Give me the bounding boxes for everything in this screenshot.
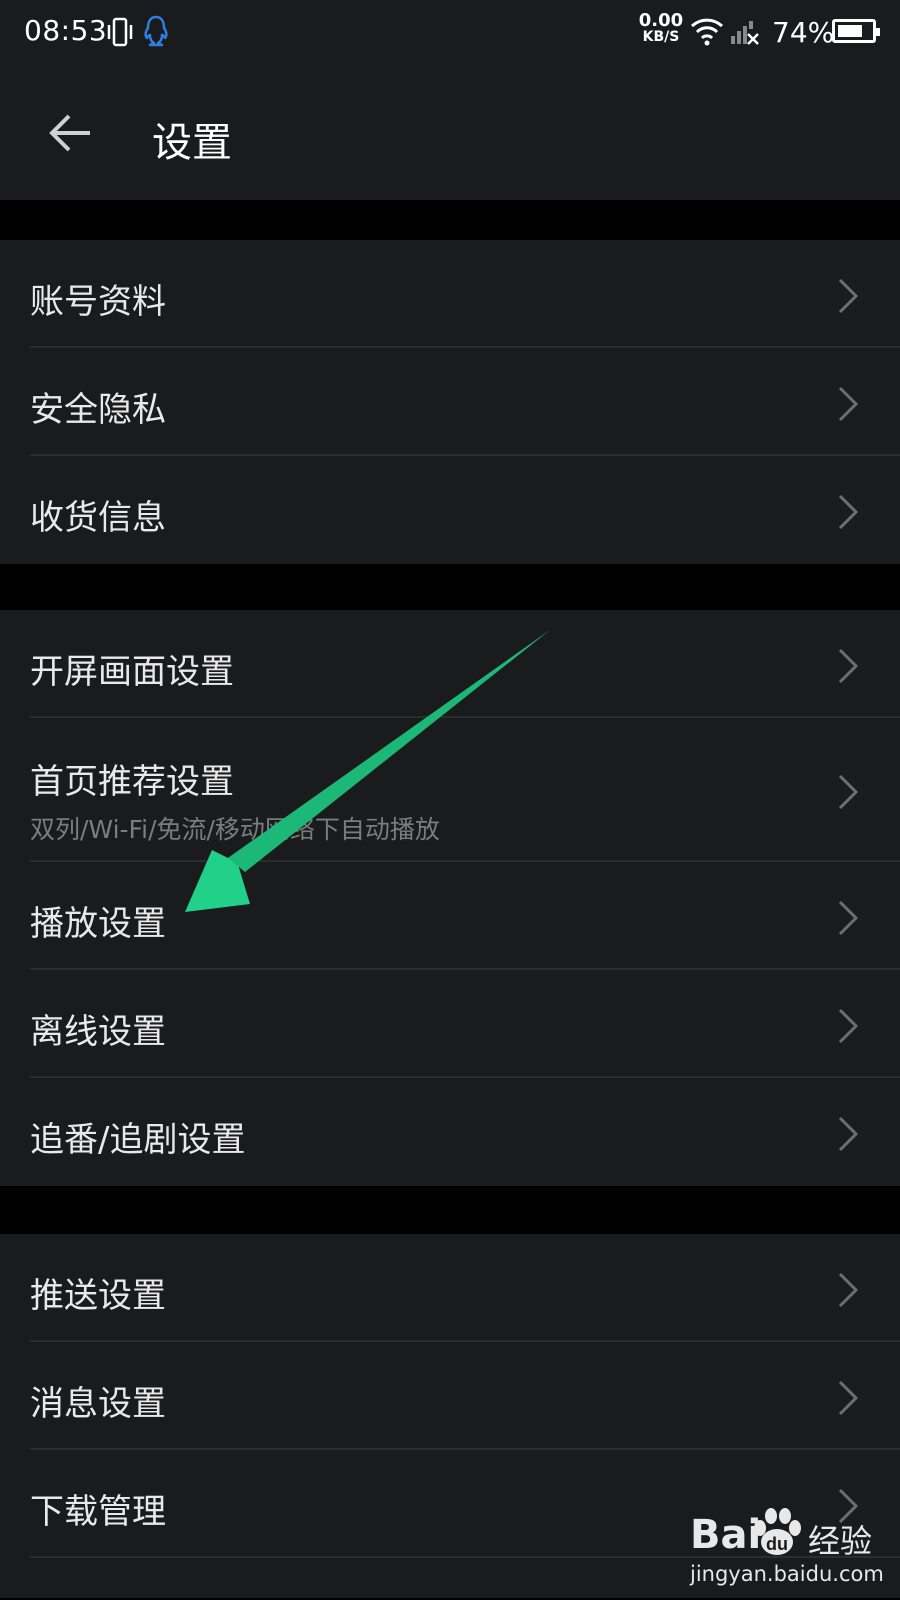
settings-item-label: 消息设置 — [30, 1384, 166, 1424]
settings-item-shipping-info[interactable]: 收货信息 — [0, 456, 900, 564]
chevron-right-icon — [838, 1116, 859, 1152]
battery-tip — [876, 28, 880, 36]
chevron-right-icon — [838, 900, 859, 936]
watermark-url: jingyan.baidu.com — [690, 1562, 884, 1586]
settings-item-label: 安全隐私 — [30, 390, 166, 430]
settings-item-label: 首页推荐设置 — [30, 762, 234, 802]
chevron-right-icon — [838, 1272, 859, 1308]
settings-item-label: 下载管理 — [30, 1492, 166, 1532]
chevron-right-icon — [838, 494, 859, 530]
settings-item-account-info[interactable]: 账号资料 — [0, 240, 900, 348]
status-time: 08:53 — [24, 14, 108, 47]
settings-item-label: 账号资料 — [30, 282, 166, 322]
settings-item-subtitle: 双列/Wi-Fi/免流/移动网络下自动播放 — [30, 815, 440, 844]
baidu-paw-icon: du — [754, 1508, 801, 1555]
baidu-jingyan-watermark: Bai du 经验 jingyan.baidu.com — [690, 1500, 890, 1590]
settings-item-splash-screen[interactable]: 开屏画面设置 — [0, 610, 900, 718]
settings-item-label: 开屏画面设置 — [30, 652, 234, 692]
battery-percent: 74% — [772, 16, 835, 49]
settings-item-security-privacy[interactable]: 安全隐私 — [0, 348, 900, 456]
status-bar: 08:53 0.00 KB/S 74% — [0, 0, 900, 66]
settings-group-playback: 开屏画面设置 首页推荐设置 双列/Wi-Fi/免流/移动网络下自动播放 播放设置… — [0, 610, 900, 1186]
settings-item-push[interactable]: 推送设置 — [0, 1234, 900, 1342]
network-speed: 0.00 KB/S — [636, 12, 686, 46]
chevron-right-icon — [838, 1008, 859, 1044]
battery-fill — [838, 25, 862, 37]
settings-item-label: 离线设置 — [30, 1012, 166, 1052]
settings-item-messages[interactable]: 消息设置 — [0, 1342, 900, 1450]
settings-item-home-recommend[interactable]: 首页推荐设置 双列/Wi-Fi/免流/移动网络下自动播放 — [0, 718, 900, 862]
battery-icon — [832, 19, 880, 43]
network-speed-value: 0.00 — [638, 10, 684, 31]
page-title: 设置 — [152, 120, 232, 166]
chevron-right-icon — [838, 648, 859, 684]
back-button[interactable] — [44, 106, 98, 160]
settings-item-label: 播放设置 — [30, 904, 166, 944]
qq-icon — [142, 14, 170, 52]
settings-item-offline[interactable]: 离线设置 — [0, 970, 900, 1078]
settings-item-label: 收货信息 — [30, 498, 166, 538]
wifi-icon — [690, 16, 724, 50]
chevron-right-icon — [838, 1380, 859, 1416]
chevron-right-icon — [838, 386, 859, 422]
settings-item-label: 追番/追剧设置 — [30, 1120, 246, 1160]
network-speed-unit: KB/S — [642, 29, 680, 45]
app-header: 设置 — [0, 66, 900, 200]
settings-item-playback[interactable]: 播放设置 — [0, 862, 900, 970]
chevron-right-icon — [838, 278, 859, 314]
no-signal-icon — [730, 18, 760, 50]
watermark-brand-cn: 经验 — [808, 1522, 873, 1560]
svg-text:du: du — [766, 1534, 788, 1554]
settings-item-label: 推送设置 — [30, 1276, 166, 1316]
settings-item-follow-series[interactable]: 追番/追剧设置 — [0, 1078, 900, 1186]
chevron-right-icon — [838, 774, 859, 810]
vibrate-icon — [106, 16, 134, 52]
settings-group-account: 账号资料 安全隐私 收货信息 — [0, 240, 900, 564]
back-arrow-icon — [49, 114, 90, 152]
